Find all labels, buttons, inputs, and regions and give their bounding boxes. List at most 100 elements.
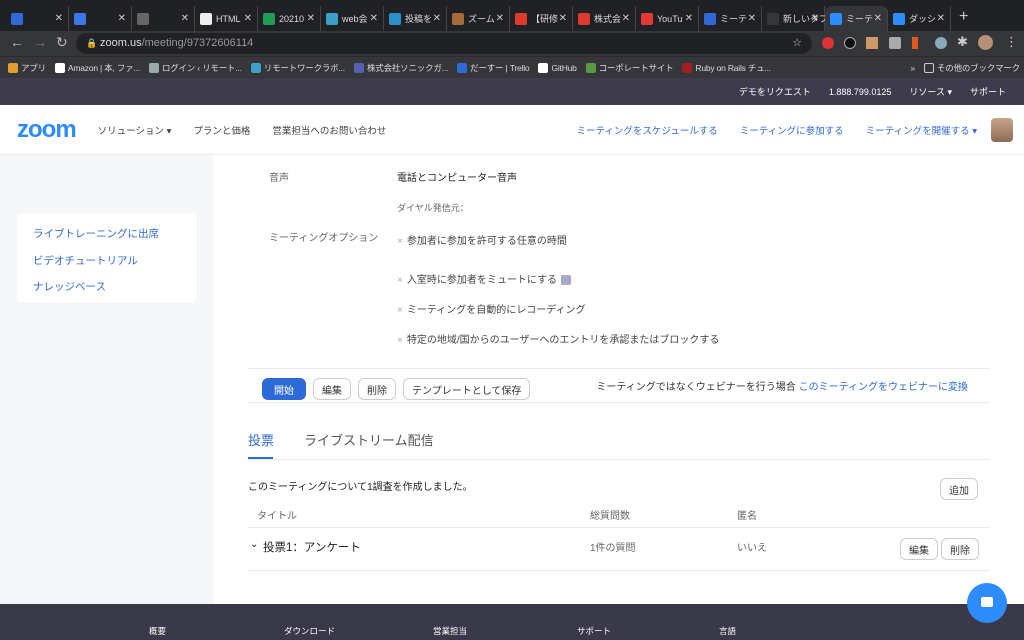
- extension-icon[interactable]: [935, 37, 947, 49]
- video-tutorials-link[interactable]: ビデオチュートリアル: [33, 253, 196, 280]
- phone-number[interactable]: 1.888.799.0125: [829, 87, 892, 97]
- browser-tab[interactable]: ✕: [132, 6, 195, 31]
- close-tab-icon[interactable]: ✕: [559, 13, 567, 24]
- delete-poll-button[interactable]: 削除: [941, 538, 979, 560]
- tab-livestream[interactable]: ライブストリーム配信: [304, 430, 434, 449]
- reload-icon[interactable]: ↻: [56, 34, 68, 51]
- delete-button[interactable]: 削除: [358, 378, 396, 400]
- option-item: × ミーティングを自動的にレコーディング: [397, 301, 586, 316]
- extension-icon[interactable]: [866, 37, 878, 49]
- extension-icon[interactable]: [912, 37, 918, 49]
- option-text: 特定の地域/国からのユーザーへのエントリを承認またはブロックする: [406, 335, 720, 346]
- bookmark-item[interactable]: アプリ: [8, 62, 46, 74]
- adblock-extension-icon[interactable]: [822, 37, 834, 49]
- tab-poll[interactable]: 投票: [248, 430, 274, 449]
- tab-favicon-icon: [200, 12, 212, 25]
- resources-menu[interactable]: リソース ▾: [909, 85, 952, 98]
- bookmark-item[interactable]: コーポレートサイト: [585, 62, 674, 74]
- bookmark-label: リモートワークラボ...: [263, 62, 345, 73]
- close-tab-icon[interactable]: ✕: [874, 13, 882, 24]
- close-tab-icon[interactable]: ✕: [496, 13, 504, 24]
- bookmark-item[interactable]: ログイン ‹ リモート...: [148, 62, 242, 74]
- footer-download: ダウンロード: [284, 626, 336, 636]
- close-tab-icon[interactable]: ✕: [937, 13, 945, 24]
- edit-button[interactable]: 編集: [313, 378, 351, 400]
- bookmark-star-icon[interactable]: ☆: [792, 33, 802, 54]
- start-button[interactable]: 開始: [262, 378, 306, 400]
- back-icon[interactable]: ←: [10, 34, 24, 50]
- close-tab-icon[interactable]: ✕: [181, 13, 189, 24]
- browser-tab[interactable]: 【研修 ✕: [510, 6, 573, 31]
- browser-tab[interactable]: YouTu ✕: [636, 6, 699, 31]
- solutions-menu[interactable]: ソリューション ▾: [98, 123, 172, 137]
- new-tab-button[interactable]: +: [951, 6, 976, 31]
- browser-tab-bar: ✕ ✕ ✕ HTML ✕ 20210 ✕ web会 ✕ 投稿を ✕ ズーム ✕ 【研修 ✕ 株式会 ✕ YouTu…: [0, 0, 1024, 31]
- browser-tab[interactable]: 新しいタブ ✕: [762, 6, 828, 31]
- knowledge-base-link[interactable]: ナレッジベース: [33, 279, 196, 306]
- close-tab-icon[interactable]: ✕: [307, 13, 315, 24]
- onepassword-extension-icon[interactable]: [844, 37, 856, 49]
- extensions-puzzle-icon[interactable]: ✱: [957, 34, 968, 50]
- close-tab-icon[interactable]: ✕: [244, 13, 252, 24]
- expand-chevron-icon[interactable]: ⌄: [250, 539, 258, 550]
- poll-title[interactable]: 投票1：アンケート: [263, 539, 361, 555]
- close-tab-icon[interactable]: ✕: [748, 13, 756, 24]
- host-meeting-menu[interactable]: ミーティングを開催する ▾: [866, 123, 977, 137]
- browser-tab[interactable]: ダッシ ✕: [888, 6, 951, 31]
- tab-favicon-icon: [389, 12, 401, 25]
- support-link[interactable]: サポート: [970, 85, 1006, 98]
- tab-title: YouTu: [657, 13, 683, 24]
- save-template-button[interactable]: テンプレートとして保存: [403, 378, 531, 400]
- close-tab-icon[interactable]: ✕: [55, 13, 63, 24]
- browser-tab[interactable]: web会 ✕: [321, 6, 384, 31]
- live-training-link[interactable]: ライブトレーニングに出席: [33, 226, 196, 253]
- request-demo-link[interactable]: デモをリクエスト: [739, 85, 811, 98]
- bookmark-label: だーすー | Trello: [470, 62, 530, 73]
- tab-title: ミーテ: [720, 14, 748, 24]
- add-poll-button[interactable]: 追加: [940, 478, 978, 500]
- edit-poll-button[interactable]: 編集: [900, 538, 938, 560]
- bookmarks-overflow-button[interactable]: »: [910, 63, 915, 73]
- menu-icon[interactable]: ⋮: [1005, 34, 1018, 50]
- close-tab-icon[interactable]: ✕: [118, 13, 126, 24]
- browser-tab[interactable]: 株式会 ✕: [573, 6, 636, 31]
- disabled-x-icon: ×: [397, 335, 403, 346]
- close-tab-icon[interactable]: ✕: [433, 13, 441, 24]
- schedule-meeting-link[interactable]: ミーティングをスケジュールする: [576, 123, 717, 137]
- bookmark-item[interactable]: 株式会社ソニックガ...: [353, 62, 448, 74]
- url-input[interactable]: 🔒 zoom.us/meeting/97372606114 ☆: [76, 33, 812, 54]
- convert-to-webinar-link[interactable]: このミーティングをウェビナーに変換: [799, 382, 968, 393]
- pricing-link[interactable]: プランと価格: [193, 123, 250, 137]
- browser-tab[interactable]: 20210 ✕: [258, 6, 321, 31]
- zoom-logo[interactable]: zoom: [17, 116, 77, 144]
- browser-tab[interactable]: ミーテ ✕: [699, 6, 762, 31]
- camera-extension-icon[interactable]: [889, 37, 901, 49]
- bookmark-item[interactable]: Amazon | 本, ファ...: [54, 62, 140, 74]
- other-bookmarks-folder[interactable]: その他のブックマーク: [923, 62, 1020, 74]
- close-tab-icon[interactable]: ✕: [622, 13, 630, 24]
- tab-title: ズーム: [468, 14, 495, 24]
- bookmark-item[interactable]: だーすー | Trello: [457, 62, 530, 74]
- bookmark-item[interactable]: GitHub: [538, 62, 577, 73]
- browser-tab[interactable]: ズーム ✕: [447, 6, 510, 31]
- join-meeting-link[interactable]: ミーティングに参加する: [740, 123, 844, 137]
- browser-tab[interactable]: ミーテ ✕: [825, 6, 888, 31]
- browser-tab[interactable]: HTML ✕: [195, 6, 258, 31]
- browser-tab[interactable]: ✕: [69, 6, 132, 31]
- option-text: ミーティングを自動的にレコーディング: [406, 305, 586, 316]
- close-tab-icon[interactable]: ✕: [811, 13, 819, 24]
- chat-button[interactable]: [967, 583, 1007, 623]
- close-tab-icon[interactable]: ✕: [370, 13, 378, 24]
- option-item: × 参加者に参加を許可する任意の時間: [397, 232, 567, 247]
- info-badge-icon[interactable]: [560, 275, 571, 286]
- contact-sales-link[interactable]: 営業担当へのお問い合わせ: [272, 123, 386, 137]
- bookmark-item[interactable]: Ruby on Rails チュ...: [682, 62, 771, 74]
- sidebar: ライブトレーニングに出席 ビデオチュートリアル ナレッジベース: [0, 155, 213, 604]
- browser-tab[interactable]: ✕: [6, 6, 69, 31]
- close-tab-icon[interactable]: ✕: [685, 13, 693, 24]
- browser-tab[interactable]: 投稿を ✕: [384, 6, 447, 31]
- profile-avatar[interactable]: [978, 35, 993, 50]
- bookmark-item[interactable]: リモートワークラボ...: [250, 62, 345, 74]
- user-avatar[interactable]: [991, 117, 1013, 142]
- forward-icon[interactable]: →: [33, 34, 47, 50]
